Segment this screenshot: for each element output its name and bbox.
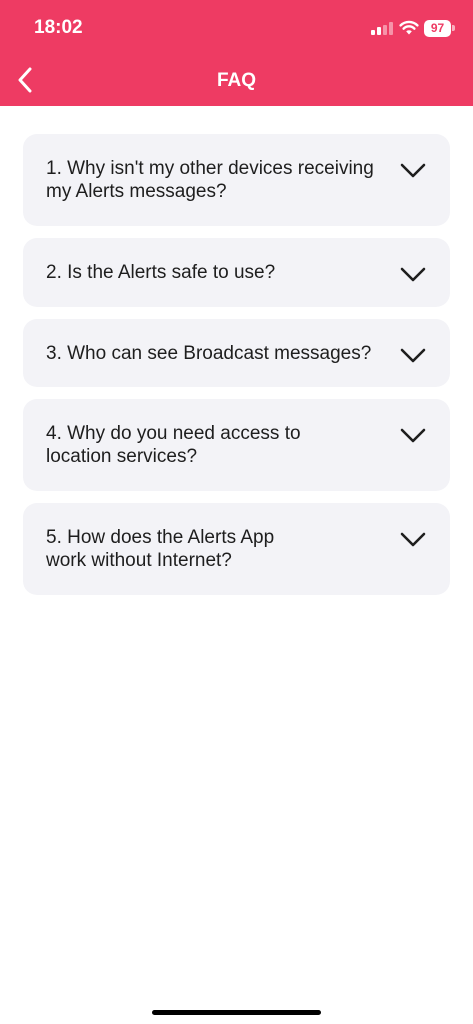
faq-question: 2. Is the Alerts safe to use? — [46, 262, 276, 283]
faq-question: 1. Why isn't my other devices receiving … — [46, 158, 374, 202]
faq-item-2[interactable]: 2. Is the Alerts safe to use? — [23, 238, 450, 307]
faq-question: 5. How does the Alerts App work without … — [46, 527, 275, 571]
status-time: 18:02 — [34, 17, 83, 38]
battery-icon: 97 — [424, 20, 451, 37]
chevron-down-icon — [400, 348, 426, 363]
cellular-signal-icon — [371, 22, 393, 35]
page-title: FAQ — [216, 70, 257, 91]
wifi-icon — [399, 20, 419, 35]
chevron-down-icon — [400, 532, 426, 547]
faq-question: 3. Who can see Broadcast messages? — [46, 343, 372, 364]
chevron-down-icon — [400, 267, 426, 282]
chevron-down-icon — [400, 163, 426, 178]
faq-item-4[interactable]: 4. Why do you need access to location se… — [23, 399, 450, 491]
battery-cap — [452, 25, 455, 31]
faq-question: 4. Why do you need access to location se… — [46, 423, 301, 467]
home-indicator[interactable] — [152, 1010, 321, 1015]
faq-item-1[interactable]: 1. Why isn't my other devices receiving … — [23, 134, 450, 226]
chevron-down-icon — [400, 428, 426, 443]
faq-item-5[interactable]: 5. How does the Alerts App work without … — [23, 503, 450, 595]
faq-item-3[interactable]: 3. Who can see Broadcast messages? — [23, 319, 450, 387]
app-header: 18:02 97 FAQ — [0, 0, 473, 106]
